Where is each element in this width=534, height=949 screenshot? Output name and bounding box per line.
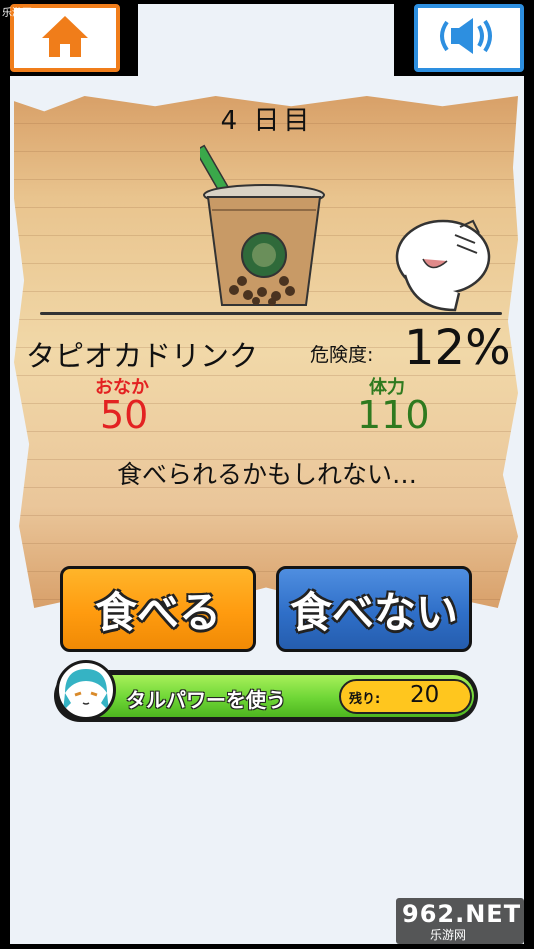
watermark-logo-subtext: 乐游网 [430, 928, 467, 942]
watermark-logo-text: 962.NET [402, 900, 522, 928]
sound-button[interactable] [414, 4, 524, 72]
result-message: 食べられるかもしれない… [116, 460, 417, 489]
character-illustration [385, 215, 495, 319]
day-counter: 4 日目 [220, 106, 314, 136]
hunger-value: 50 [100, 393, 149, 437]
remaining-label: 残り: [349, 692, 381, 707]
tapioca-drink-illustration [194, 135, 330, 319]
taru-avatar-icon [56, 660, 116, 720]
table-line [40, 312, 502, 315]
home-icon [39, 13, 91, 63]
danger-value: 12% [404, 320, 511, 376]
use-power-label: タルパワーを使う [126, 688, 286, 712]
top-bar-background [138, 4, 394, 76]
remaining-value: 20 [410, 682, 440, 708]
watermark-text: 乐游网 www.962.net [2, 8, 101, 19]
not-eat-button[interactable]: 食べない [276, 566, 472, 652]
stamina-value: 110 [357, 393, 430, 437]
food-name: タピオカドリンク [26, 339, 259, 373]
danger-label: 危険度: [310, 344, 374, 366]
speaker-sound-icon [439, 14, 499, 62]
eat-button[interactable]: 食べる [60, 566, 256, 652]
